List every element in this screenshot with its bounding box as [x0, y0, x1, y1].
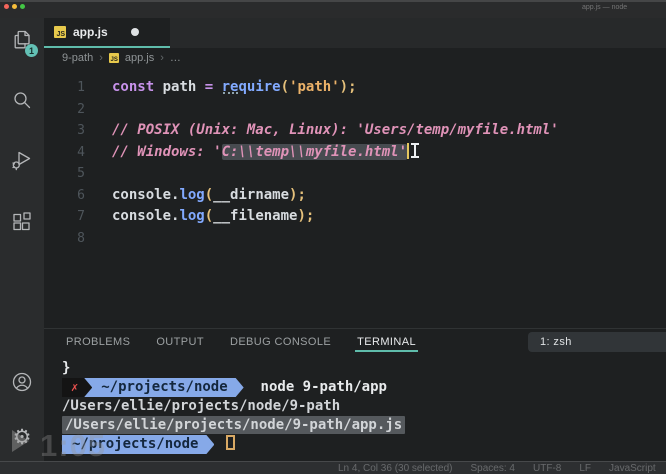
comment: // POSIX (Unix: Mac, Linux): 'Users/temp…	[112, 122, 559, 138]
mouse-ibeam-cursor	[411, 142, 420, 158]
language-mode-status[interactable]: JavaScript	[609, 463, 656, 474]
code-token: console.	[112, 208, 180, 224]
code-token: ;	[305, 208, 315, 224]
search-icon[interactable]	[10, 88, 34, 112]
filename-output-selected: /Users/ellie/projects/node/9-path/app.js	[62, 416, 406, 434]
vscode-window: app.js — node 1 ⚙ JS app.js 9-path › JS …	[0, 0, 666, 474]
indentation-status[interactable]: Spaces: 4	[471, 463, 515, 474]
code-line[interactable]	[112, 99, 666, 121]
code-line[interactable]: console.log(__dirname);	[112, 185, 666, 207]
tab-debug-console[interactable]: DEBUG CONSOLE	[230, 329, 331, 355]
code-line[interactable]: const path = require('path');	[112, 77, 666, 99]
line-number: 7	[77, 209, 85, 224]
selected-text: C:\\temp\\myfile.html'	[221, 143, 408, 160]
explorer-icon[interactable]: 1	[10, 28, 38, 57]
extensions-icon[interactable]	[10, 210, 34, 234]
chevron-separator-icon: ›	[160, 52, 164, 64]
code-line[interactable]	[112, 163, 666, 185]
require-call: require	[221, 79, 281, 95]
terminal-line: ✗ ~/projects/node node 9-path/app	[62, 378, 666, 397]
code-line[interactable]: // POSIX (Unix: Mac, Linux): 'Users/temp…	[112, 120, 666, 142]
line-number: 6	[77, 187, 85, 203]
breadcrumb: 9-path › JS app.js › …	[44, 48, 666, 68]
line-number: 2	[77, 101, 85, 117]
editor-caret	[407, 142, 410, 159]
code-line[interactable]	[112, 228, 666, 250]
terminal-cursor	[226, 435, 236, 450]
activity-bar: 1 ⚙	[0, 18, 44, 461]
terminal-shell-selector[interactable]: 1: zsh	[528, 332, 666, 352]
window-title: app.js — node	[582, 4, 628, 11]
title-bar: app.js — node	[0, 0, 666, 18]
editor-code[interactable]: const path = require('path');// POSIX (U…	[95, 77, 666, 328]
code-editor[interactable]: 12345678 const path = require('path');//…	[44, 68, 666, 328]
zoom-button[interactable]	[20, 4, 25, 9]
line-number: 5	[77, 166, 85, 181]
code-token: path	[154, 79, 205, 95]
terminal-line: }	[62, 359, 666, 378]
log-call: log	[179, 208, 205, 224]
line-number: 4	[77, 144, 85, 160]
filename-variable: __filename	[213, 208, 298, 224]
code-token: )	[297, 208, 306, 224]
tab-problems[interactable]: PROBLEMS	[66, 329, 130, 355]
javascript-file-icon: JS	[108, 53, 119, 63]
video-timestamp: 1:05	[40, 428, 107, 463]
terminal-line: /Users/ellie/projects/node/9-path/app.js	[62, 416, 666, 435]
code-token: )	[339, 79, 349, 95]
modified-indicator-dot[interactable]	[130, 28, 139, 36]
chevron-separator-icon: ›	[99, 52, 103, 64]
code-token: ;	[348, 79, 357, 95]
prompt-cwd: ~/projects/node	[84, 378, 243, 397]
terminal-content[interactable]: } ✗ ~/projects/node node 9-path/app/Users/…	[44, 355, 666, 474]
breadcrumb-file[interactable]: app.js	[125, 52, 154, 64]
code-token: ;	[297, 186, 306, 203]
terminal-command: node 9-path/app	[243, 379, 387, 395]
run-debug-icon[interactable]	[10, 148, 34, 172]
keyword-const: const	[112, 79, 155, 95]
breadcrumb-symbol[interactable]: …	[170, 52, 181, 64]
tab-label: app.js	[73, 25, 108, 39]
encoding-status[interactable]: UTF-8	[533, 463, 561, 474]
dirname-variable: __dirname	[213, 186, 290, 203]
terminal-text: }	[62, 360, 71, 376]
line-number: 8	[77, 230, 85, 246]
status-bar-right: Ln 4, Col 36 (30 selected) Spaces: 4 UTF…	[338, 463, 656, 474]
comment: // Windows: '	[112, 143, 222, 160]
cursor-position-status[interactable]: Ln 4, Col 36 (30 selected)	[338, 463, 453, 474]
code-line[interactable]: console.log(__filename);	[112, 206, 666, 228]
minimize-button[interactable]	[12, 4, 17, 9]
eol-status[interactable]: LF	[579, 463, 591, 474]
string-literal: 'path'	[289, 79, 340, 95]
terminal-line: /Users/ellie/projects/node/9-path	[62, 397, 666, 416]
panel-tab-bar: PROBLEMS OUTPUT DEBUG CONSOLE TERMINAL 1…	[44, 328, 666, 355]
editor-gutter: 1 2 3 4 5 6 7 8	[44, 77, 95, 328]
code-token: console.	[112, 186, 180, 203]
line-number: 3	[77, 123, 85, 138]
code-token: (	[204, 186, 214, 203]
tab-terminal[interactable]: TERMINAL	[355, 329, 418, 355]
video-play-icon[interactable]	[12, 430, 29, 452]
tab-output[interactable]: OUTPUT	[156, 329, 204, 355]
accounts-icon[interactable]	[10, 370, 34, 394]
line-number: 1	[77, 80, 85, 95]
code-line[interactable]: // Windows: 'C:\\temp\\myfile.html'	[112, 142, 666, 164]
dirname-output: /Users/ellie/projects/node/9-path	[62, 398, 341, 414]
terminal-line: ~/projects/node	[62, 435, 666, 454]
tab-strip: JS app.js	[44, 18, 666, 48]
tab-app-js[interactable]: JS app.js	[44, 18, 170, 48]
log-call: log	[179, 186, 205, 203]
code-token: =	[204, 79, 214, 95]
code-token: (	[280, 79, 290, 95]
close-button[interactable]	[4, 4, 9, 9]
breadcrumb-folder[interactable]: 9-path	[62, 52, 93, 64]
editor-group: JS app.js 9-path › JS app.js › … 1 2 3 4 5 6 7…	[44, 18, 666, 474]
javascript-file-icon: JS	[54, 26, 66, 38]
explorer-badge: 1	[25, 44, 38, 57]
code-token: (	[204, 208, 214, 224]
